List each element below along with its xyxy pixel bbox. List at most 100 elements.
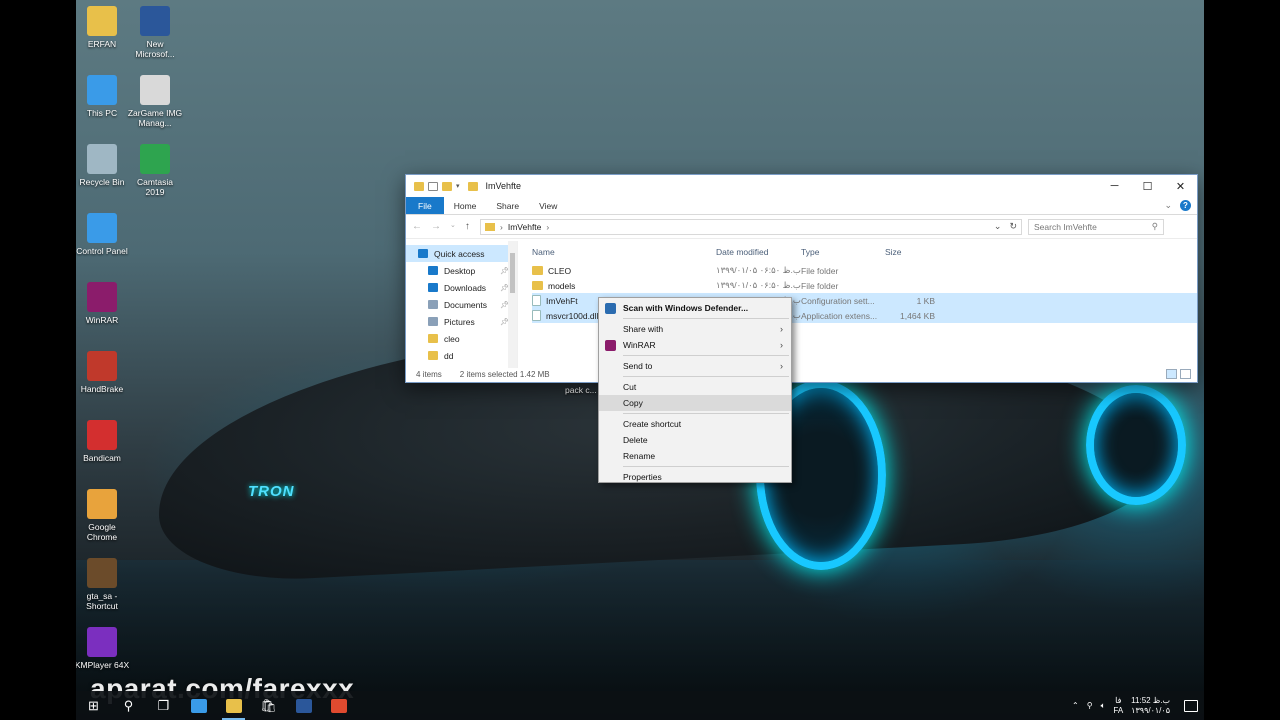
- menu-item-label: Delete: [623, 435, 648, 445]
- breadcrumb-separator-icon[interactable]: ›: [500, 222, 503, 232]
- menu-item-share-with[interactable]: Share with ›: [599, 321, 791, 337]
- action-center-icon[interactable]: [1184, 699, 1198, 712]
- file-name: msvcr100d.dll: [546, 310, 599, 321]
- desktop-icon[interactable]: This PC: [76, 75, 130, 118]
- start-button[interactable]: ⊞: [76, 691, 111, 720]
- menu-item-label: Scan with Windows Defender...: [623, 303, 749, 313]
- search-input[interactable]: Search ImVehfte ⚲: [1028, 218, 1164, 235]
- nav-item[interactable]: Quick access: [406, 245, 517, 262]
- scrollbar-thumb[interactable]: [510, 253, 515, 293]
- nav-item-label: dd: [444, 350, 454, 361]
- network-icon[interactable]: ⚲: [1087, 701, 1093, 710]
- column-header-size[interactable]: Size: [885, 247, 935, 257]
- desktop-icon[interactable]: Google Chrome: [76, 489, 130, 542]
- edge-button[interactable]: [181, 691, 216, 720]
- nav-item-label: Desktop: [444, 265, 476, 276]
- column-header-name[interactable]: Name: [532, 247, 716, 257]
- large-icons-view-icon[interactable]: [1180, 369, 1191, 379]
- desktop-icon[interactable]: New Microsof...: [127, 6, 183, 59]
- details-view-icon[interactable]: [1166, 369, 1177, 379]
- nav-item[interactable]: Downloads 📌︎: [406, 279, 517, 296]
- submenu-arrow-icon: ›: [780, 340, 783, 350]
- menu-item-create-shortcut[interactable]: Create shortcut: [599, 416, 791, 432]
- file-row[interactable]: models ۱۳۹۹/۰۱/۰۵ ب.ظ ۰۶:۵۰ File folder: [532, 278, 1197, 293]
- close-button[interactable]: ✕: [1164, 175, 1197, 197]
- file-row[interactable]: CLEO ۱۳۹۹/۰۱/۰۵ ب.ظ ۰۶:۵۰ File folder: [532, 263, 1197, 278]
- refresh-icon[interactable]: ↻: [1009, 221, 1017, 232]
- nav-item[interactable]: dd: [406, 347, 517, 364]
- winrar-icon: [605, 339, 616, 351]
- file-explorer-window[interactable]: ▾ ImVehfte ─ ☐ ✕ File Home Share View ⌄ …: [405, 174, 1198, 383]
- help-icon[interactable]: ?: [1180, 200, 1191, 211]
- menu-item-rename[interactable]: Rename: [599, 448, 791, 464]
- volume-icon[interactable]: 🔈︎: [1101, 701, 1106, 711]
- search-button[interactable]: ⚲: [111, 691, 146, 720]
- breadcrumb-item[interactable]: ImVehfte: [508, 222, 542, 232]
- tab-home[interactable]: Home: [444, 197, 487, 214]
- maximize-button[interactable]: ☐: [1131, 175, 1164, 197]
- menu-item-send-to[interactable]: Send to ›: [599, 358, 791, 374]
- edge-icon: [190, 698, 207, 713]
- search-placeholder: Search ImVehfte: [1034, 221, 1097, 232]
- recent-locations-icon[interactable]: ⌄: [450, 221, 456, 232]
- properties-icon[interactable]: [428, 181, 438, 191]
- computer-icon: [87, 75, 117, 105]
- word-button[interactable]: [286, 691, 321, 720]
- column-headers: Name Date modified Type Size: [532, 241, 1197, 263]
- expand-ribbon-icon[interactable]: ⌄: [1164, 200, 1172, 211]
- nav-item[interactable]: Documents 📌︎: [406, 296, 517, 313]
- file-explorer-button[interactable]: [216, 691, 251, 720]
- navigation-scrollbar[interactable]: [508, 241, 517, 368]
- menu-item-properties[interactable]: Properties: [599, 469, 791, 485]
- desktop-icon[interactable]: Control Panel: [76, 213, 130, 256]
- task-view-icon: ❐: [157, 697, 170, 713]
- customize-toolbar-icon[interactable]: ▾: [456, 182, 460, 190]
- file-name: CLEO: [548, 265, 572, 276]
- menu-item-cut[interactable]: Cut: [599, 379, 791, 395]
- up-arrow-icon[interactable]: ↑: [465, 221, 470, 232]
- folder-icon: [428, 334, 438, 343]
- folder-icon: [428, 351, 438, 360]
- minimize-button[interactable]: ─: [1098, 175, 1131, 197]
- desktop-icon-label: Google Chrome: [86, 522, 118, 542]
- new-folder-icon[interactable]: [442, 181, 452, 191]
- tab-file[interactable]: File: [406, 197, 444, 214]
- forward-arrow-icon[interactable]: →: [431, 221, 441, 232]
- img-manager-icon: [140, 75, 170, 105]
- menu-item-delete[interactable]: Delete: [599, 432, 791, 448]
- desktop-icon[interactable]: HandBrake: [76, 351, 130, 394]
- desktop-icon[interactable]: KMPlayer 64X: [76, 627, 130, 670]
- desktop-icon[interactable]: Camtasia 2019: [127, 144, 183, 197]
- desktop-icon[interactable]: Recycle Bin: [76, 144, 130, 187]
- back-arrow-icon[interactable]: ←: [412, 221, 422, 232]
- title-bar[interactable]: ▾ ImVehfte ─ ☐ ✕: [406, 175, 1197, 197]
- tab-view[interactable]: View: [529, 197, 567, 214]
- menu-item-winrar[interactable]: WinRAR ›: [599, 337, 791, 353]
- desktop-icon[interactable]: ZarGame IMG Manag...: [127, 75, 183, 128]
- column-header-date[interactable]: Date modified: [716, 247, 801, 257]
- control-panel-icon: [87, 213, 117, 243]
- tab-share[interactable]: Share: [486, 197, 529, 214]
- folder-icon: [414, 181, 424, 191]
- camtasia-button[interactable]: [321, 691, 356, 720]
- address-dropdown-icon[interactable]: ⌄: [994, 221, 1002, 232]
- task-view-button[interactable]: ❐: [146, 691, 181, 720]
- store-button[interactable]: 🛍︎: [251, 691, 286, 720]
- column-header-type[interactable]: Type: [801, 247, 885, 257]
- address-bar[interactable]: › ImVehfte › ⌄ ↻: [480, 218, 1022, 235]
- nav-item[interactable]: Desktop 📌︎: [406, 262, 517, 279]
- folder-icon: [532, 281, 543, 290]
- menu-item-copy[interactable]: Copy: [599, 395, 791, 411]
- show-hidden-icons-icon[interactable]: ⌃: [1072, 701, 1079, 710]
- tron-logo: TRON: [248, 483, 295, 500]
- desktop-icon[interactable]: WinRAR: [76, 282, 130, 325]
- desktop-icon[interactable]: gta_sa - Shortcut: [76, 558, 130, 611]
- nav-item[interactable]: cleo: [406, 330, 517, 347]
- menu-item-scan-with-windows-defender[interactable]: Scan with Windows Defender...: [599, 300, 791, 316]
- clock[interactable]: 11:52 ب.ظ ۱۳۹۹/۰۱/۰۵: [1131, 696, 1170, 716]
- breadcrumb-separator-icon[interactable]: ›: [546, 222, 549, 232]
- language-indicator[interactable]: فا FA: [1113, 696, 1123, 716]
- desktop-icon[interactable]: Bandicam: [76, 420, 130, 463]
- desktop-icon[interactable]: ERFAN: [76, 6, 130, 49]
- nav-item[interactable]: Pictures 📌︎: [406, 313, 517, 330]
